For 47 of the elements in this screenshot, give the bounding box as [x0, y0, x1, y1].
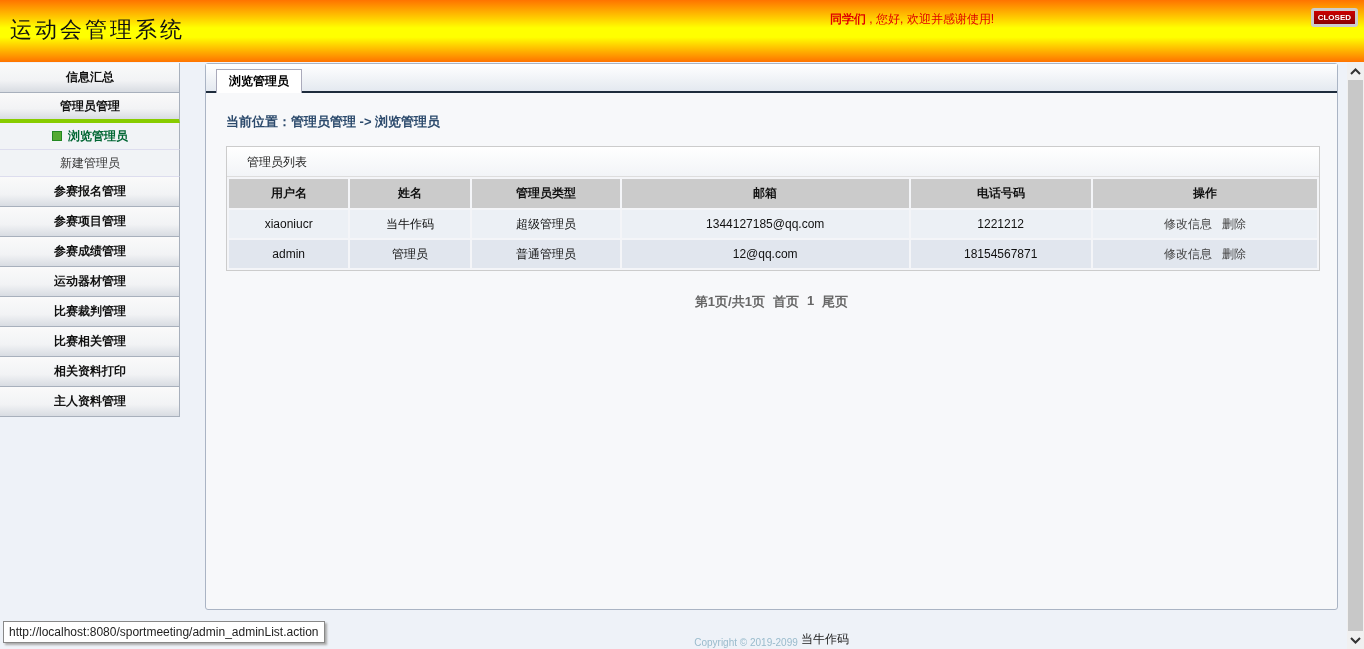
action-link[interactable]: 删除	[1221, 246, 1246, 261]
sidebar-item[interactable]: 主人资料管理	[0, 387, 180, 417]
page-link[interactable]: 1	[806, 293, 815, 311]
scroll-down-icon[interactable]	[1350, 636, 1361, 644]
sidebar-item[interactable]: 管理员管理	[0, 93, 180, 123]
scrollbar[interactable]	[1347, 62, 1364, 649]
page-summary: 第1页/共1页	[694, 293, 765, 311]
tab[interactable]: 浏览管理员	[216, 69, 302, 93]
column-header: 管理员类型	[471, 179, 620, 208]
table-cell: 普通管理员	[471, 240, 620, 268]
sidebar-item[interactable]: 参赛报名管理	[0, 177, 180, 207]
column-header: 用户名	[229, 179, 349, 208]
sidebar-item[interactable]: 相关资料打印	[0, 357, 180, 387]
greeting-text: 同学们 , 您好, 欢迎并感谢使用!	[830, 11, 994, 28]
action-link[interactable]: 修改信息	[1163, 246, 1212, 261]
column-header: 操作	[1092, 179, 1317, 208]
status-url: http://localhost:8080/sportmeeting/admin_adminList.action	[3, 621, 325, 643]
close-button[interactable]: CLOSED	[1310, 8, 1358, 27]
table-cell: 12@qq.com	[621, 240, 909, 268]
action-link[interactable]: 修改信息	[1163, 216, 1212, 231]
sidebar-subitem[interactable]: 新建管理员	[0, 150, 180, 177]
app-title: 运动会管理系统	[10, 16, 185, 44]
copyright-text: Copyright © 2019-2099	[694, 637, 798, 648]
scroll-up-icon[interactable]	[1350, 67, 1361, 75]
column-header: 电话号码	[910, 179, 1091, 208]
table-cell: xiaoniucr	[229, 210, 349, 238]
table-cell: 1344127185@qq.com	[621, 210, 909, 238]
column-header: 姓名	[350, 179, 470, 208]
sidebar-item[interactable]: 参赛成绩管理	[0, 237, 180, 267]
table-cell: 超级管理员	[471, 210, 620, 238]
sidebar-item[interactable]: 比赛裁判管理	[0, 297, 180, 327]
sidebar-item[interactable]: 参赛项目管理	[0, 207, 180, 237]
action-link[interactable]: 删除	[1221, 216, 1246, 231]
table-cell: 管理员	[350, 240, 470, 268]
sidebar-item[interactable]: 信息汇总	[0, 63, 180, 93]
breadcrumb: 当前位置：管理员管理 -> 浏览管理员	[226, 113, 442, 131]
sidebar-item[interactable]: 比赛相关管理	[0, 327, 180, 357]
last-page-link[interactable]: 尾页	[822, 293, 849, 311]
first-page-link[interactable]: 首页	[772, 293, 799, 311]
column-header: 邮箱	[621, 179, 909, 208]
author-text: 当牛作码	[800, 631, 849, 648]
sidebar-item[interactable]: 运动器材管理	[0, 267, 180, 297]
table-cell: admin	[229, 240, 349, 268]
table-cell: 18154567871	[910, 240, 1091, 268]
sidebar-subitem[interactable]: 浏览管理员	[0, 123, 180, 150]
table-cell: 当牛作码	[350, 210, 470, 238]
table-cell: 1221212	[910, 210, 1091, 238]
